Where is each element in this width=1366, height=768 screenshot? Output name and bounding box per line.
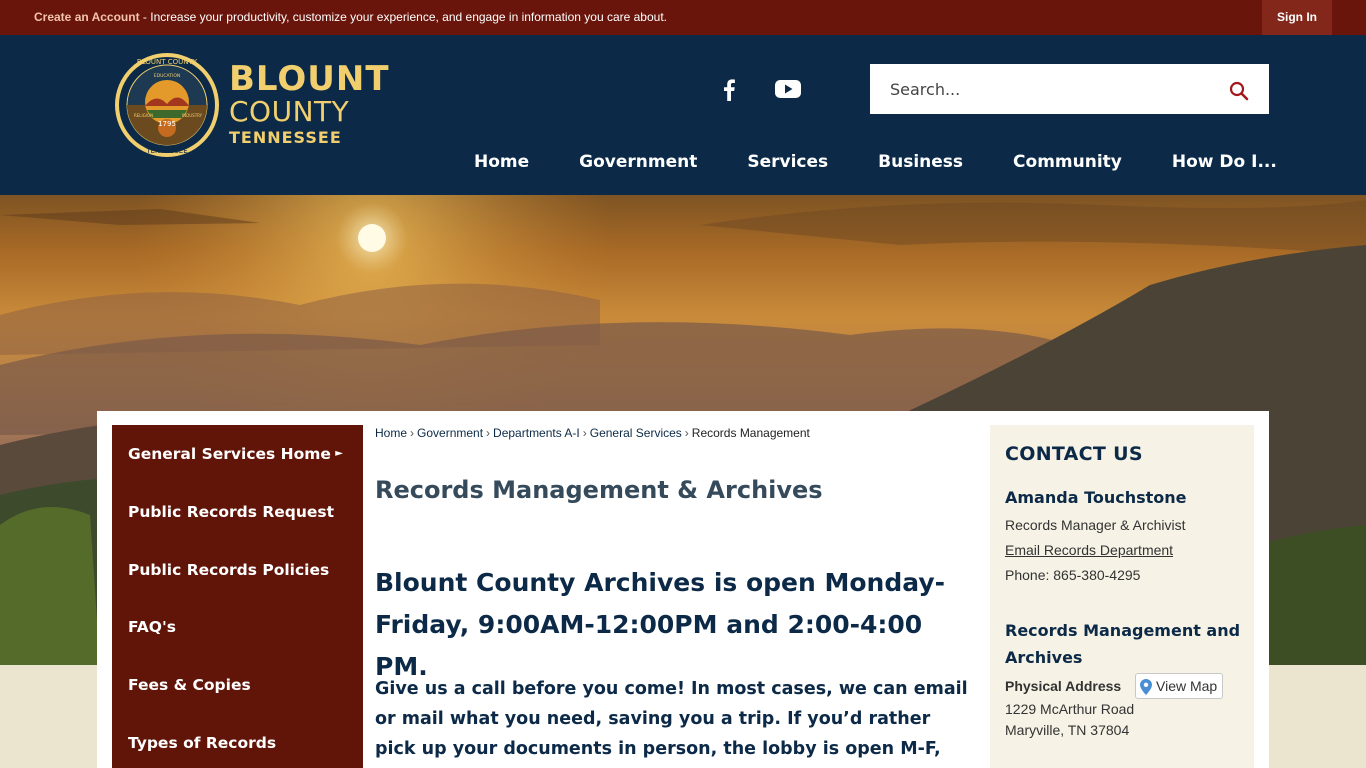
sidenav-label: General Services Home xyxy=(128,445,331,463)
wordmark-line2: COUNTY xyxy=(229,95,350,128)
contact-phone: Phone: 865-380-4295 xyxy=(1005,567,1141,583)
nav-government[interactable]: Government xyxy=(554,145,722,179)
archives-hours-heading: Blount County Archives is open Monday-Fr… xyxy=(375,568,946,681)
contact-name: Amanda Touchstone xyxy=(1005,488,1187,507)
view-map-button[interactable]: View Map xyxy=(1135,673,1223,699)
contact-title: CONTACT US xyxy=(1005,443,1143,465)
county-seal-logo[interactable]: BLOUNT COUNTY TENNESSEE EDUCATION RELIGI… xyxy=(114,52,220,158)
search-icon[interactable] xyxy=(1228,80,1250,102)
seal-religion-text: RELIGION xyxy=(134,113,153,118)
email-records-link[interactable]: Email Records Department xyxy=(1005,542,1173,558)
call-before-visit-text: Give us a call before you come! In most … xyxy=(375,679,968,759)
sign-in-button[interactable]: Sign In xyxy=(1262,0,1332,35)
account-bar: Create an Account - Increase your produc… xyxy=(0,0,1366,35)
physical-address-label: Physical Address xyxy=(1005,678,1122,694)
wordmark-line3: TENNESSEE xyxy=(229,128,342,147)
search-input[interactable] xyxy=(870,64,1220,114)
main-navigation: Home Government Services Business Commun… xyxy=(449,145,1302,179)
promo-text: - Increase your productivity, customize … xyxy=(139,10,667,24)
seal-bottom-text: TENNESSEE xyxy=(145,147,187,155)
page-title: Records Management & Archives xyxy=(375,476,823,504)
sidenav-public-records-request[interactable]: Public Records Request xyxy=(112,483,363,541)
nav-community[interactable]: Community xyxy=(988,145,1147,179)
breadcrumb-home[interactable]: Home xyxy=(375,426,407,440)
seal-education-text: EDUCATION xyxy=(154,73,180,79)
nav-how-do-i[interactable]: How Do I... xyxy=(1147,145,1302,179)
breadcrumb-separator: › xyxy=(486,426,491,440)
section-side-navigation: General Services Home ► Public Records R… xyxy=(112,425,363,768)
breadcrumb-government[interactable]: Government xyxy=(417,426,483,440)
sidenav-types-of-records[interactable]: Types of Records xyxy=(112,714,363,768)
department-name: Records Management and Archives xyxy=(1005,621,1241,667)
sidenav-faqs[interactable]: FAQ's xyxy=(112,598,363,656)
nav-business[interactable]: Business xyxy=(853,145,988,179)
site-search xyxy=(870,64,1269,114)
breadcrumb-general-services[interactable]: General Services xyxy=(590,426,682,440)
address-city: Maryville, TN 37804 xyxy=(1005,722,1130,738)
nav-services[interactable]: Services xyxy=(722,145,853,179)
breadcrumb-current: Records Management xyxy=(691,426,810,440)
seal-top-text: BLOUNT COUNTY xyxy=(137,58,198,66)
sidenav-general-services-home[interactable]: General Services Home ► xyxy=(112,425,363,483)
breadcrumb-departments[interactable]: Departments A-I xyxy=(493,426,580,440)
sidenav-fees-copies[interactable]: Fees & Copies xyxy=(112,656,363,714)
breadcrumb-separator: › xyxy=(410,426,415,440)
map-pin-icon xyxy=(1140,678,1152,702)
wordmark-line1: BLOUNT xyxy=(229,59,390,99)
triangle-right-icon[interactable]: ► xyxy=(335,425,343,483)
contact-us-widget: CONTACT US Amanda Touchstone Records Man… xyxy=(990,425,1254,768)
nav-home[interactable]: Home xyxy=(449,145,554,179)
breadcrumb-separator: › xyxy=(582,426,587,440)
create-account-link[interactable]: Create an Account xyxy=(34,10,140,24)
county-wordmark[interactable]: BLOUNT COUNTY TENNESSEE xyxy=(229,61,390,149)
breadcrumb: Home › Government › Departments A-I › General … xyxy=(375,426,810,440)
seal-industry-text: INDUSTRY xyxy=(182,113,203,118)
address-street: 1229 McArthur Road xyxy=(1005,701,1135,717)
seal-year-text: 1795 xyxy=(158,120,176,128)
view-map-label: View Map xyxy=(1156,678,1218,694)
contact-role: Records Manager & Archivist xyxy=(1005,517,1186,533)
facebook-icon[interactable] xyxy=(721,79,737,105)
account-promo: Create an Account - Increase your produc… xyxy=(34,10,667,24)
sidenav-public-records-policies[interactable]: Public Records Policies xyxy=(112,541,363,599)
youtube-icon[interactable] xyxy=(775,79,801,103)
breadcrumb-separator: › xyxy=(684,426,689,440)
site-header: BLOUNT COUNTY TENNESSEE EDUCATION RELIGI… xyxy=(0,35,1366,195)
